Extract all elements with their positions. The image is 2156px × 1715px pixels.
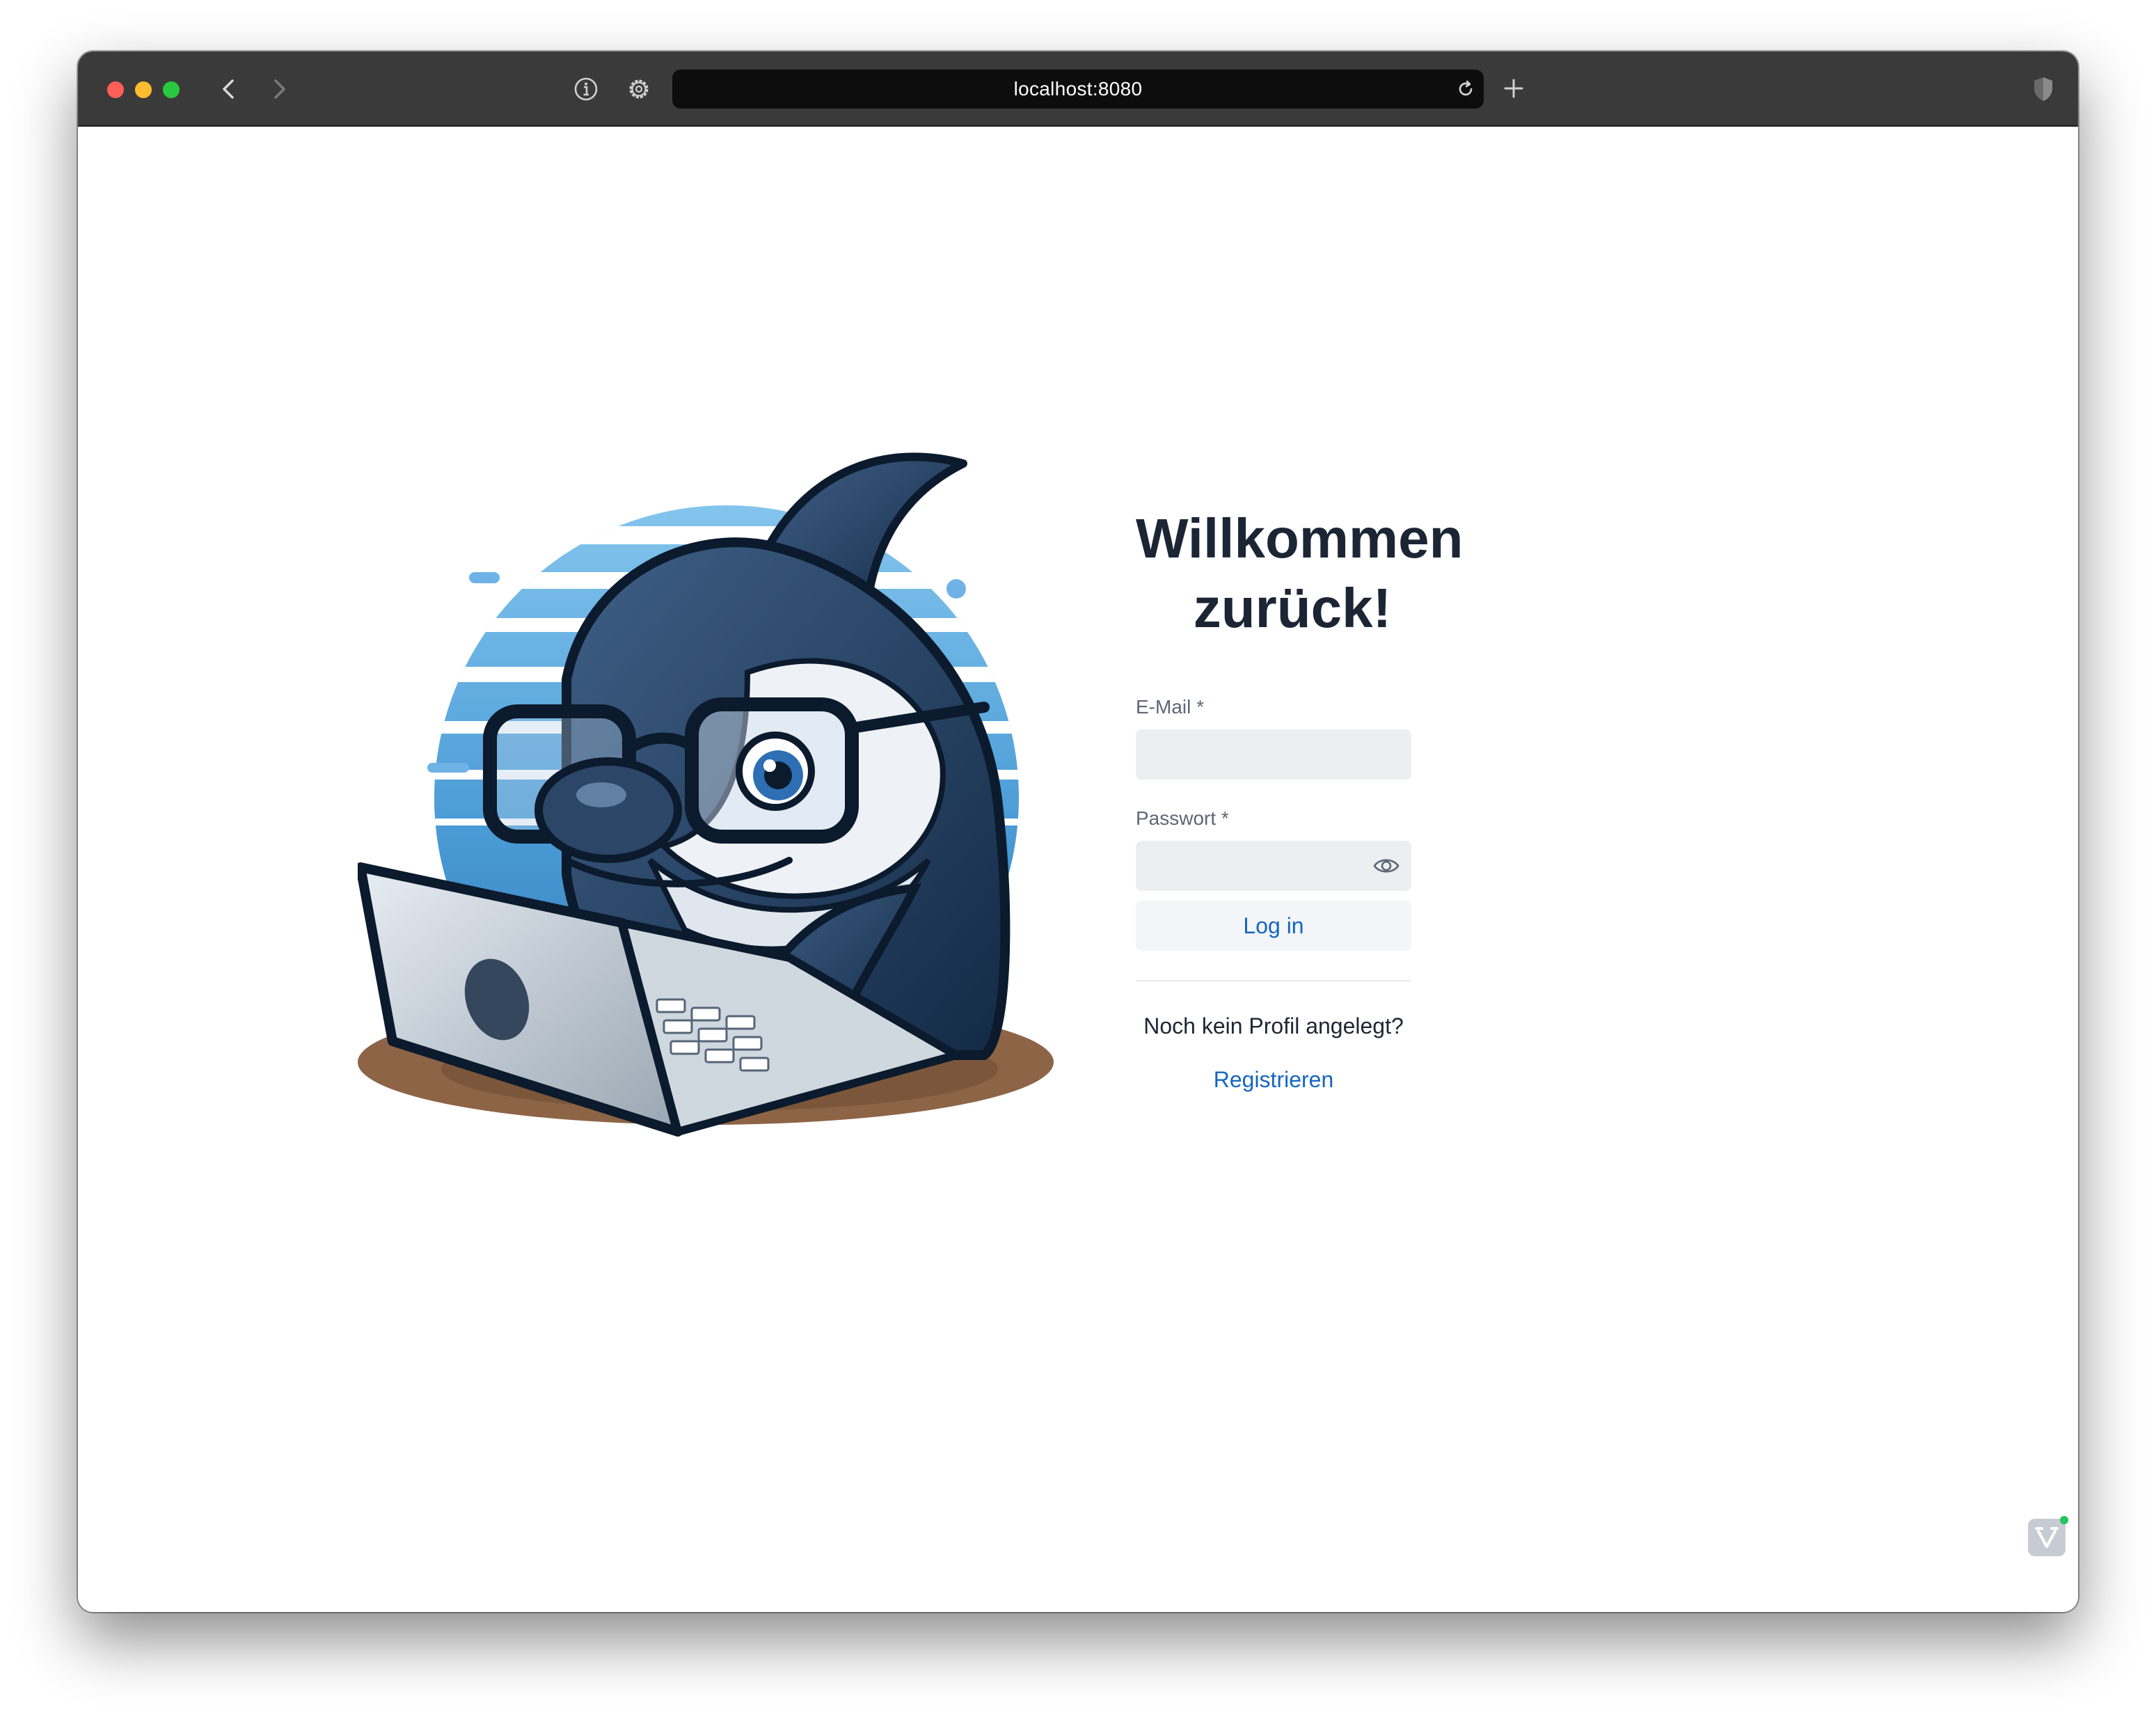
email-label: E-Mail * xyxy=(1136,696,1205,718)
login-form: Willkommen zurück! E-Mail * Passwort * L… xyxy=(1136,504,1463,1093)
browser-toolbar: localhost:8080 xyxy=(78,52,2078,127)
password-field[interactable] xyxy=(1136,841,1411,891)
divider xyxy=(1136,980,1411,981)
gear-icon[interactable] xyxy=(625,75,653,103)
register-link[interactable]: Registrieren xyxy=(1136,1067,1411,1093)
minimize-window-button[interactable] xyxy=(135,81,152,98)
login-button[interactable]: Log in xyxy=(1136,901,1411,951)
back-icon[interactable] xyxy=(214,74,245,104)
url-text: localhost:8080 xyxy=(1013,78,1143,100)
shield-icon[interactable] xyxy=(2031,75,2056,103)
page-content: Willkommen zurück! E-Mail * Passwort * L… xyxy=(78,127,2078,1612)
maximize-window-button[interactable] xyxy=(163,81,180,98)
dev-tools-button[interactable] xyxy=(2028,1516,2068,1556)
forward-icon[interactable] xyxy=(263,74,294,104)
address-bar[interactable]: localhost:8080 xyxy=(672,70,1484,109)
close-window-button[interactable] xyxy=(107,81,124,98)
reload-icon[interactable] xyxy=(1454,78,1477,100)
browser-window: localhost:8080 Willkommen zurück! E-Mail… xyxy=(78,52,2078,1612)
eye-icon[interactable] xyxy=(1372,853,1400,878)
new-tab-icon[interactable] xyxy=(1499,74,1528,103)
password-field-wrapper xyxy=(1136,841,1411,891)
info-icon[interactable] xyxy=(572,75,600,103)
dev-tools-icon xyxy=(2035,1527,2059,1548)
no-profile-text: Noch kein Profil angelegt? xyxy=(1143,1013,1404,1038)
status-dot xyxy=(2060,1516,2068,1524)
password-label: Passwort * xyxy=(1136,807,1229,829)
orca-mascot-illustration xyxy=(358,452,1054,1137)
page-title: Willkommen zurück! xyxy=(1136,507,1464,639)
email-field[interactable] xyxy=(1136,729,1411,780)
